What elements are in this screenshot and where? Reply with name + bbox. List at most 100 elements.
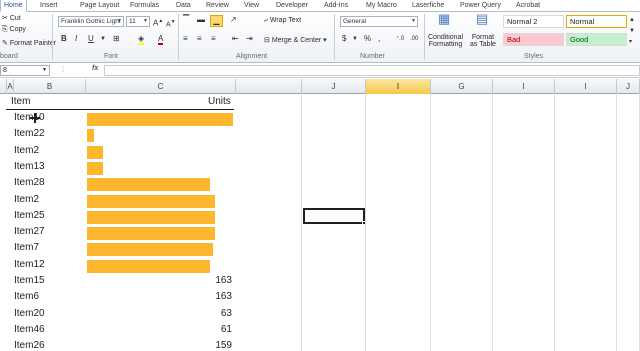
ribbon: ✂ Cut ⎘ Copy ✎ Format Painter board Fran… [0,12,640,63]
align-middle-icon[interactable]: ▬ [197,15,205,25]
grow-font-button[interactable]: A▲ [153,16,163,29]
fill-color-icon[interactable]: ◈ [138,34,145,45]
column-header[interactable]: I [555,79,617,94]
row-item-label: Item15 [14,275,45,286]
tab-my-macro[interactable]: My Macro [366,0,397,12]
align-left-icon[interactable]: ≡ [183,34,188,44]
worksheet-grid[interactable]: Item Units Item10 Item22 Item2 Item13 Item28… [0,94,640,351]
style-normal-2[interactable]: Normal 2 [503,15,564,28]
styles-scroll-up[interactable]: ▲ [629,15,635,25]
underline-button[interactable]: U [88,34,94,44]
data-bar [87,210,215,224]
shrink-font-button[interactable]: A▼ [166,17,176,30]
column-header[interactable]: G [431,79,493,94]
format-as-table-button[interactable]: Format as Table [470,34,496,48]
conditional-formatting-icon[interactable]: ▦ [438,12,450,25]
format-as-table-label-1: Format [471,34,495,41]
group-separator [52,14,53,60]
data-bar [87,178,210,192]
tab-insert[interactable]: Insert [40,0,58,12]
active-cell[interactable] [303,208,366,225]
tab-page-layout[interactable]: Page Layout [80,0,119,12]
column-header[interactable]: I [366,79,431,94]
format-as-table-icon[interactable]: ▤ [476,12,488,25]
column-header[interactable]: J [302,79,366,94]
font-name-combo[interactable]: Franklin Gothic Light ▼ [58,16,124,27]
insert-function-button[interactable]: fx [92,65,98,72]
font-name-value: Franklin Gothic Light [61,18,121,25]
chevron-down-icon: ▼ [143,18,148,24]
column-header[interactable]: A [7,79,14,94]
increase-indent-icon[interactable]: ⇥ [246,34,253,44]
formula-input[interactable] [104,65,640,76]
grid-column-line [492,94,493,351]
increase-decimal-icon[interactable]: ⁺.0 [396,34,404,44]
decrease-indent-icon[interactable]: ⇤ [232,34,239,44]
align-top-icon[interactable]: ▔ [183,15,189,25]
tab-acrobat[interactable]: Acrobat [516,0,540,12]
tab-review[interactable]: Review [206,0,229,12]
header-underline [6,109,234,110]
data-bar [87,161,103,175]
tab-add-ins[interactable]: Add-Ins [324,0,348,12]
column-header[interactable] [236,79,302,94]
orientation-icon[interactable]: ↗ [230,15,237,25]
borders-icon[interactable]: ⊞ [113,34,120,44]
font-color-icon[interactable]: A [158,34,164,45]
wrap-text-button[interactable]: ⤶ Wrap Text [264,17,301,25]
decrease-decimal-icon[interactable]: .00 [410,34,418,44]
font-size-value: 11 [129,18,136,25]
cell-select-cursor-icon [30,113,40,123]
row-units-value: 61 [220,323,232,335]
name-box[interactable]: 8 ▼ [0,65,50,76]
row-item-label: Item2 [14,193,40,205]
column-header[interactable]: B [14,79,86,94]
row-item-label: Item26 [14,340,45,351]
column-header[interactable]: C [86,79,236,94]
currency-dropdown[interactable]: ▼ [352,34,358,44]
tab-formulas[interactable]: Formulas [130,0,159,12]
align-center-icon[interactable]: ≡ [197,34,202,44]
comma-style-icon[interactable]: , [378,34,380,44]
font-size-combo[interactable]: 11 ▼ [126,16,150,27]
formula-bar-handle: ⋮ [60,67,66,73]
styles-scroll-down[interactable]: ▼ [629,26,635,36]
merge-center-button[interactable]: ⊟ Merge & Center ▾ [264,36,327,44]
copy-button[interactable]: ⎘ Copy [2,26,26,34]
tab-data[interactable]: Data [176,0,191,12]
tab-view[interactable]: View [244,0,259,12]
header-units: Units [208,96,231,107]
column-header-bar: ABCJIGIIJ [0,79,640,94]
select-all-corner[interactable] [0,79,7,94]
row-units-value: 63 [220,307,232,319]
merge-center-label: Merge & Center [271,37,322,44]
number-format-combo[interactable]: General ▼ [340,16,418,27]
format-as-table-label-2: as Table [470,41,496,48]
format-painter-button[interactable]: ✎ Format Painter [2,39,56,47]
row-item-label: Item27 [14,226,45,238]
style-bad[interactable]: Bad [503,33,564,46]
cut-button[interactable]: ✂ Cut [2,14,21,22]
tab-home[interactable]: Home [0,0,27,12]
grid-column-line [616,94,617,351]
style-good[interactable]: Good [566,33,627,46]
data-bar [87,227,215,241]
data-bar [87,145,103,159]
tab-developer[interactable]: Developer [276,0,308,12]
column-header[interactable]: J [617,79,640,94]
conditional-formatting-button[interactable]: Conditional Formatting [428,34,463,48]
underline-dropdown[interactable]: ▼ [100,34,106,44]
column-header[interactable]: I [493,79,555,94]
bold-button[interactable]: B [61,34,67,44]
currency-icon[interactable]: $ [342,34,346,44]
styles-more[interactable]: ▾ [629,37,632,47]
conditional-formatting-label-1: Conditional [428,34,464,41]
align-right-icon[interactable]: ≡ [211,34,216,44]
data-bar [87,259,210,273]
italic-button[interactable]: I [75,34,77,44]
grid-column-line [430,94,431,351]
style-normal[interactable]: Normal [566,15,627,28]
align-bottom-icon[interactable]: ▁ [210,15,223,27]
cut-label: Cut [9,15,21,22]
percent-icon[interactable]: % [364,34,371,44]
